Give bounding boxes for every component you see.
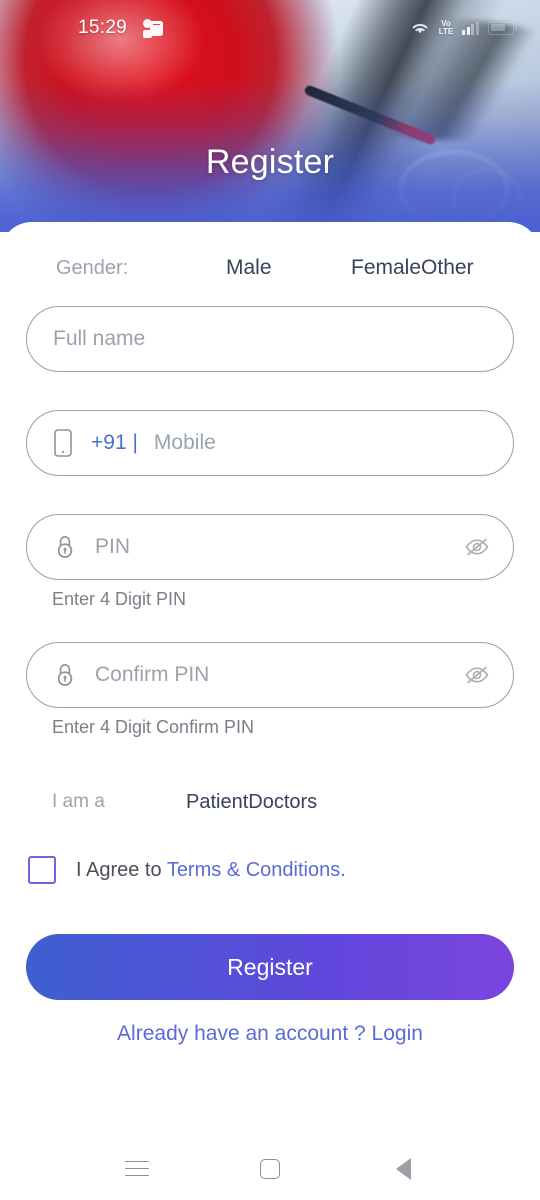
role-option-patient[interactable]: Patient [186,791,248,814]
login-link[interactable]: Already have an account ? Login [0,1022,540,1046]
terms-prefix: I Agree to [76,858,167,881]
page-title: Register [205,143,335,181]
country-code[interactable]: +91 | [91,431,138,455]
mobile-field[interactable]: +91 | Mobile [26,410,514,476]
gender-label: Gender: [56,256,129,279]
gender-option-female[interactable]: Female [351,256,421,280]
smartphone-icon [53,428,73,458]
mobile-field-wrapper: +91 | Mobile [0,410,540,476]
status-bar-clock: 15:29 [78,17,128,38]
pin-field[interactable]: PIN [26,514,514,580]
gender-option-other[interactable]: Other [421,256,474,280]
eye-off-icon[interactable] [463,535,491,559]
full-name-placeholder: Full name [53,327,146,350]
volte-icon: Vo LTE [438,19,454,37]
role-selector: I am a Patient Doctors [0,780,540,824]
recents-icon[interactable] [107,1149,167,1189]
confirm-pin-field-wrapper: Confirm PIN Enter 4 Digit Confirm PIN [0,642,540,738]
terms-text: I Agree to Terms & Conditions. [76,859,346,882]
pin-helper-text: Enter 4 Digit PIN [52,589,187,609]
role-label: I am a [52,791,105,812]
role-option-doctors[interactable]: Doctors [248,791,317,814]
android-nav-bar [0,1138,540,1200]
full-name-field[interactable]: Full name [26,306,514,372]
status-bar-left: 15:29 [78,17,164,39]
pin-placeholder: PIN [95,535,131,558]
teams-icon [143,18,164,38]
terms-and-conditions-link[interactable]: Terms & Conditions. [167,859,346,881]
lock-icon [53,532,77,562]
confirm-pin-helper-text: Enter 4 Digit Confirm PIN [52,717,255,737]
mobile-placeholder: Mobile [153,431,216,454]
register-screen: Register 15:29 Vo LTE Gender: Male Femal… [0,0,540,1200]
register-button[interactable]: Register [26,934,514,1000]
confirm-pin-placeholder: Confirm PIN [95,663,210,686]
terms-checkbox[interactable] [28,856,56,884]
home-icon[interactable] [240,1149,300,1189]
eye-off-icon[interactable] [463,663,491,687]
signal-bars-icon [462,21,479,35]
pin-field-wrapper: PIN Enter 4 Digit PIN [0,514,540,610]
status-bar: 15:29 Vo LTE [0,0,540,56]
wifi-icon [410,20,430,36]
lock-icon [53,660,77,690]
confirm-pin-field[interactable]: Confirm PIN [26,642,514,708]
back-icon[interactable] [373,1149,433,1189]
full-name-field-wrapper: Full name [0,306,540,372]
register-card: Gender: Male Female Other Full name +91 … [0,222,540,1200]
terms-row: I Agree to Terms & Conditions. [0,850,540,890]
register-button-wrapper: Register [0,934,540,1000]
gender-option-male[interactable]: Male [226,256,351,280]
gender-selector: Gender: Male Female Other [0,246,540,290]
volte-label-bottom: LTE [438,27,454,36]
battery-icon [488,21,518,35]
status-bar-right: Vo LTE [410,19,518,37]
